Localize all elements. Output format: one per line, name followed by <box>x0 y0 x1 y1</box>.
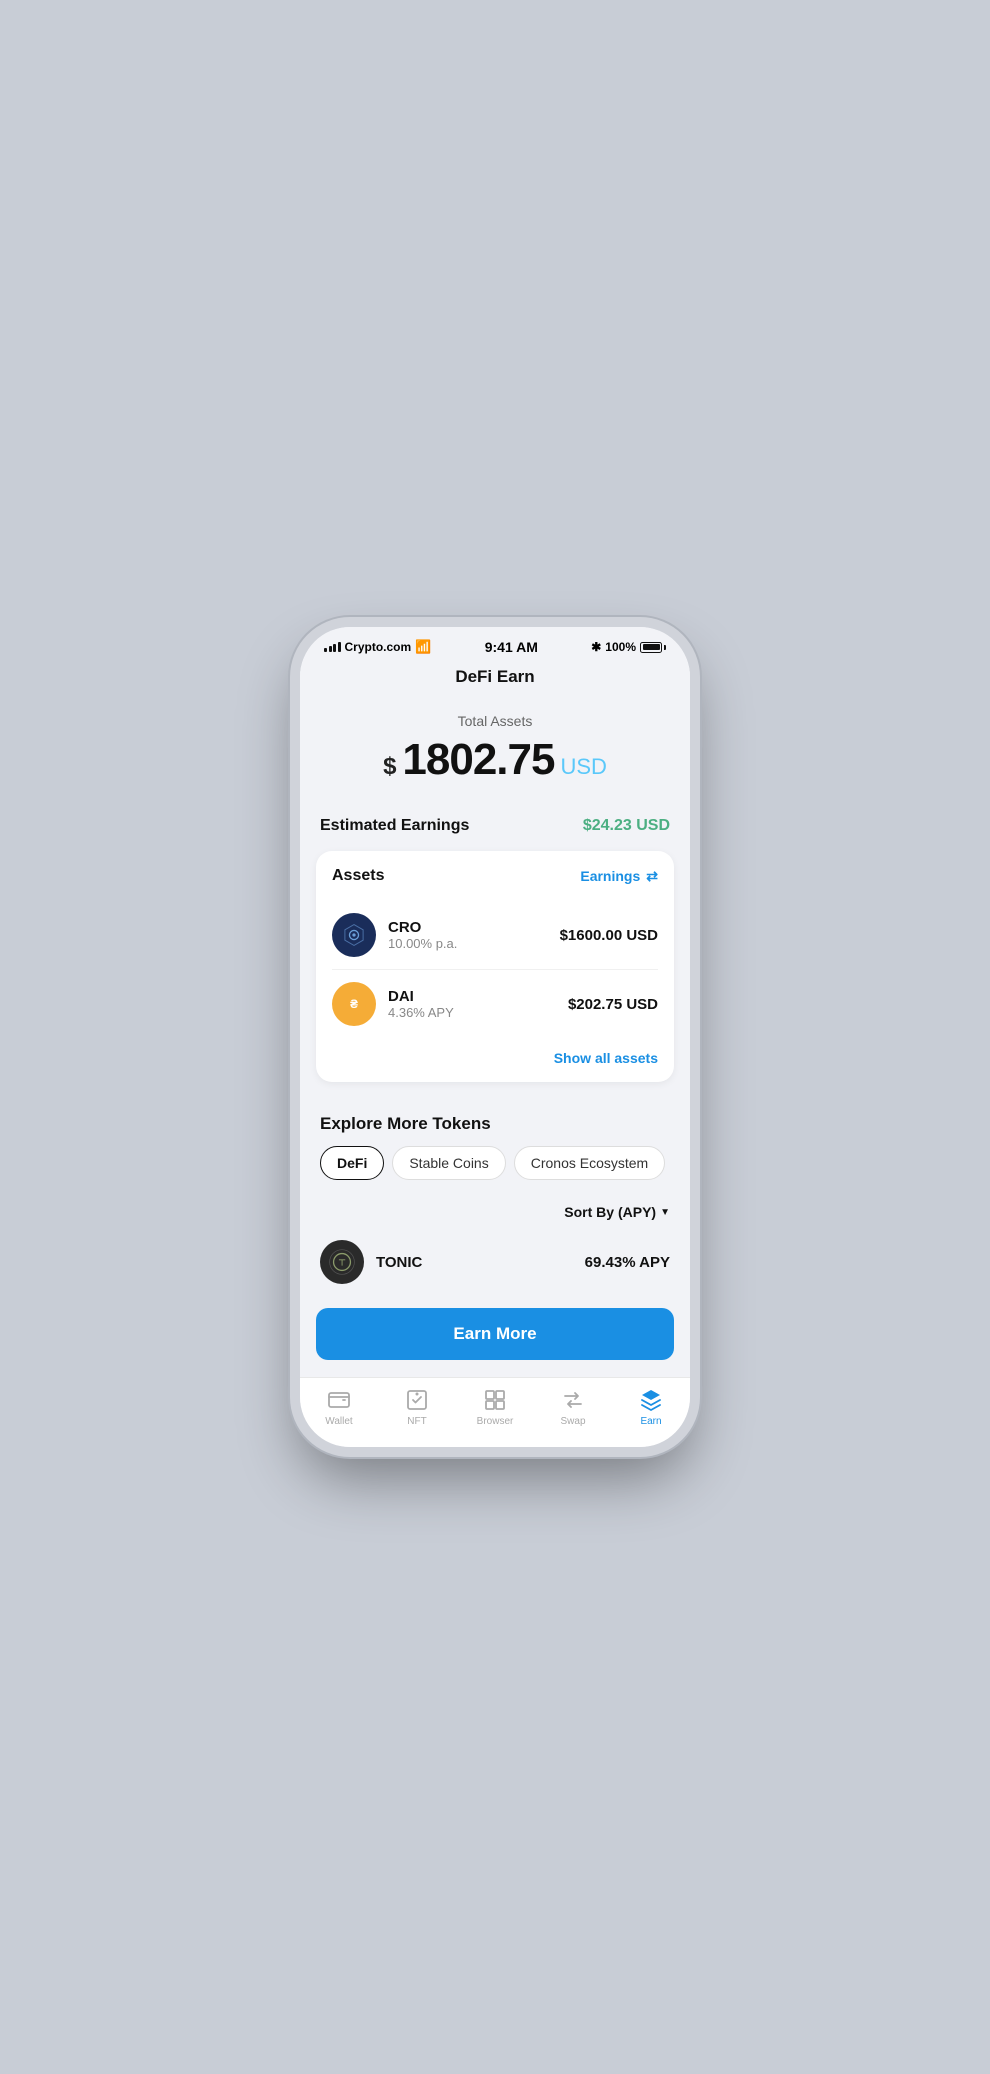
nft-icon <box>405 1388 429 1412</box>
cro-info: CRO 10.00% p.a. <box>388 919 560 951</box>
tonic-icon: ⊤ <box>320 1240 364 1284</box>
svg-text:₴: ₴ <box>350 998 358 1011</box>
assets-card-header: Assets Earnings ⇄ <box>332 867 658 885</box>
wallet-icon <box>327 1388 351 1412</box>
cro-symbol: CRO <box>388 919 560 936</box>
nav-item-swap[interactable]: Swap <box>534 1388 612 1427</box>
explore-section: Explore More Tokens DeFi Stable Coins Cr… <box>300 1098 690 1192</box>
status-right: ✱ 100% <box>591 640 666 654</box>
earn-nav-icon <box>639 1388 663 1412</box>
dai-symbol: DAI <box>388 988 568 1005</box>
page-title: DeFi Earn <box>300 659 690 703</box>
bluetooth-icon: ✱ <box>591 640 601 654</box>
show-all-assets-label: Show all assets <box>554 1050 658 1066</box>
filter-tab-cronos[interactable]: Cronos Ecosystem <box>514 1146 665 1180</box>
sort-arrow-icon: ▼ <box>660 1207 670 1218</box>
nav-item-wallet[interactable]: Wallet <box>300 1388 378 1427</box>
dai-value: $202.75 USD <box>568 996 658 1013</box>
earn-more-button[interactable]: Earn More <box>316 1308 674 1360</box>
dai-info: DAI 4.36% APY <box>388 988 568 1020</box>
total-assets-section: Total Assets $ 1802.75 USD <box>300 703 690 805</box>
earn-nav-label: Earn <box>640 1416 661 1427</box>
swap-nav-label: Swap <box>560 1416 585 1427</box>
browser-nav-label: Browser <box>477 1416 514 1427</box>
battery-percent: 100% <box>605 640 636 654</box>
earnings-toggle-label: Earnings <box>580 868 640 884</box>
swap-arrows-icon: ⇄ <box>646 868 658 885</box>
dai-icon: ₴ <box>332 982 376 1026</box>
bottom-nav: Wallet NFT Browse <box>300 1377 690 1447</box>
explore-title: Explore More Tokens <box>320 1114 670 1134</box>
browser-icon <box>483 1388 507 1412</box>
earn-more-container: Earn More <box>300 1296 690 1372</box>
total-amount: 1802.75 <box>402 735 554 785</box>
carrier-label: Crypto.com <box>345 640 412 654</box>
phone-frame: Crypto.com 📶 9:41 AM ✱ 100% DeFi Earn To… <box>300 627 690 1447</box>
sort-button[interactable]: Sort By (APY) ▼ <box>564 1204 670 1220</box>
wifi-icon: 📶 <box>415 639 431 655</box>
battery-indicator <box>640 642 666 653</box>
nav-item-nft[interactable]: NFT <box>378 1388 456 1427</box>
assets-card-title: Assets <box>332 867 384 885</box>
screen-content: DeFi Earn Total Assets $ 1802.75 USD Est… <box>300 659 690 1377</box>
tonic-apy: 69.43% APY <box>585 1254 670 1271</box>
swap-nav-icon <box>561 1388 585 1412</box>
status-bar: Crypto.com 📶 9:41 AM ✱ 100% <box>300 627 690 659</box>
svg-text:⊤: ⊤ <box>338 1257 345 1267</box>
filter-tab-defi[interactable]: DeFi <box>320 1146 384 1180</box>
estimated-earnings-value: $24.23 USD <box>583 817 670 835</box>
asset-row-cro[interactable]: CRO 10.00% p.a. $1600.00 USD <box>332 901 658 969</box>
dai-rate: 4.36% APY <box>388 1005 568 1020</box>
estimated-earnings-row: Estimated Earnings $24.23 USD <box>300 805 690 847</box>
asset-row-dai[interactable]: ₴ DAI 4.36% APY $202.75 USD <box>332 969 658 1038</box>
filter-tab-stablecoins[interactable]: Stable Coins <box>392 1146 505 1180</box>
show-all-assets-link[interactable]: Show all assets <box>332 1038 658 1066</box>
nav-item-browser[interactable]: Browser <box>456 1388 534 1427</box>
status-left: Crypto.com 📶 <box>324 639 431 655</box>
filter-tabs: DeFi Stable Coins Cronos Ecosystem DE <box>320 1146 670 1184</box>
tonic-name: TONIC <box>376 1254 585 1271</box>
token-row-tonic[interactable]: ⊤ TONIC 69.43% APY <box>300 1228 690 1296</box>
total-assets-label: Total Assets <box>320 713 670 729</box>
earnings-toggle-button[interactable]: Earnings ⇄ <box>580 868 658 885</box>
dollar-sign: $ <box>383 753 396 781</box>
nav-item-earn[interactable]: Earn <box>612 1388 690 1427</box>
nft-nav-label: NFT <box>407 1416 426 1427</box>
sort-row: Sort By (APY) ▼ <box>300 1192 690 1228</box>
estimated-earnings-label: Estimated Earnings <box>320 817 469 835</box>
wallet-nav-label: Wallet <box>325 1416 352 1427</box>
total-currency: USD <box>560 754 606 780</box>
tonic-info: TONIC <box>376 1254 585 1271</box>
sort-label: Sort By (APY) <box>564 1204 656 1220</box>
assets-card: Assets Earnings ⇄ CRO 10.00% p.a <box>316 851 674 1082</box>
cro-value: $1600.00 USD <box>560 927 658 944</box>
signal-bars <box>324 642 341 652</box>
cro-icon <box>332 913 376 957</box>
status-time: 9:41 AM <box>485 639 538 655</box>
total-assets-value: $ 1802.75 USD <box>320 735 670 785</box>
cro-rate: 10.00% p.a. <box>388 936 560 951</box>
